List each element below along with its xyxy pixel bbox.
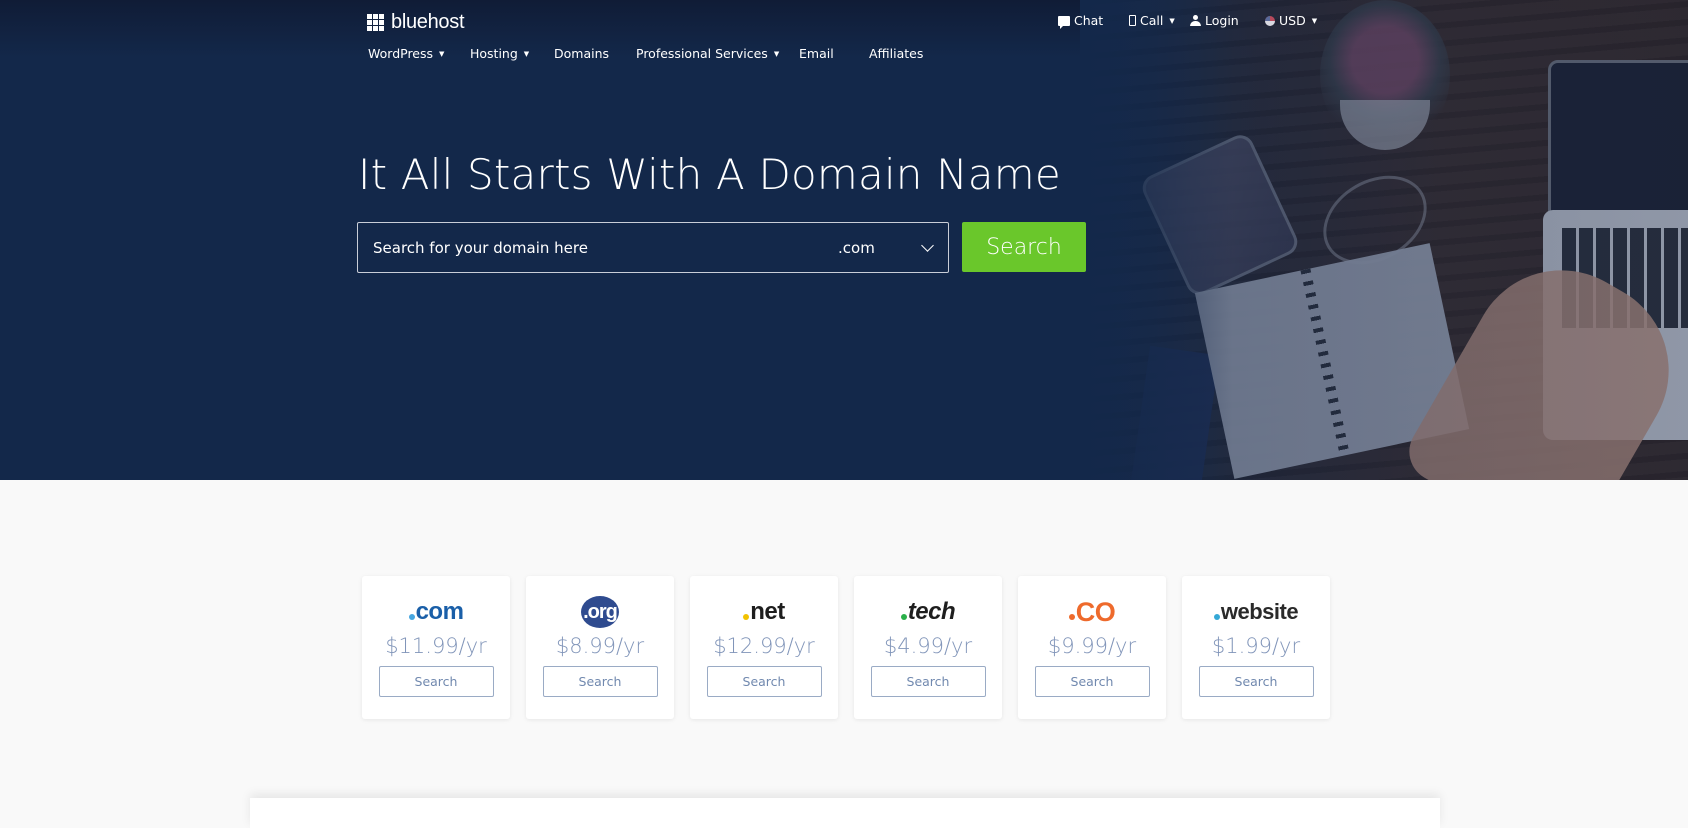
domain-search-input[interactable]: [358, 223, 838, 272]
nav-item-affiliates[interactable]: Affiliates: [869, 46, 923, 61]
caret-down-icon: ▼: [1311, 16, 1318, 25]
nav-item-professional-services[interactable]: Professional Services ▼: [636, 46, 799, 61]
tld-search-button-net[interactable]: Search: [706, 666, 822, 697]
chevron-down-icon: [921, 238, 934, 252]
caret-down-icon: ▼: [1169, 16, 1175, 25]
tld-search-button-co[interactable]: Search: [1034, 666, 1150, 697]
hero-overlay: [1080, 0, 1688, 480]
caret-down-icon: ▼: [439, 49, 445, 58]
call-label: Call: [1140, 13, 1164, 28]
nav-item-domains[interactable]: Domains: [554, 46, 636, 61]
tld-price: $8.99/yr: [555, 634, 645, 658]
caret-down-icon: ▼: [523, 49, 530, 58]
tld-price: $1.99/yr: [1211, 634, 1301, 658]
nav-item-hosting[interactable]: Hosting ▼: [470, 46, 554, 61]
tld-card-com: com $11.99/yr Search: [362, 576, 510, 719]
currency-dropdown[interactable]: USD ▼: [1265, 13, 1317, 28]
net-logo: net: [743, 596, 785, 628]
nav-item-email[interactable]: Email: [799, 46, 869, 61]
tld-price: $12.99/yr: [713, 634, 815, 658]
tld-card-tech: tech $4.99/yr Search: [854, 576, 1002, 719]
page-headline: It All Starts With A Domain Name: [358, 150, 1061, 199]
tld-search-button-org[interactable]: Search: [542, 666, 658, 697]
tld-search-button-com[interactable]: Search: [378, 666, 494, 697]
tld-card-net: net $12.99/yr Search: [690, 576, 838, 719]
tld-card-org: .org $8.99/yr Search: [526, 576, 674, 719]
nav-label: Affiliates: [869, 46, 924, 61]
chat-icon: [1058, 15, 1070, 29]
tld-cards: com $11.99/yr Search .org $8.99/yr Searc…: [362, 576, 1330, 719]
nav-label: WordPress: [368, 46, 434, 61]
org-logo: .org: [581, 596, 619, 628]
tld-card-website: website $1.99/yr Search: [1182, 576, 1330, 719]
login-label: Login: [1205, 13, 1239, 28]
nav-label: Domains: [554, 46, 610, 61]
caret-down-icon: ▼: [773, 49, 780, 58]
tld-search-button-website[interactable]: Search: [1198, 666, 1314, 697]
domain-search-box: .com: [357, 222, 949, 273]
next-section-panel: [250, 798, 1440, 828]
call-dropdown[interactable]: Call ▼: [1129, 13, 1175, 28]
currency-label: USD: [1279, 13, 1306, 28]
nav-label: Email: [799, 46, 834, 61]
domain-search-button[interactable]: Search: [962, 222, 1086, 272]
grid-icon: [367, 14, 384, 31]
tld-search-button-tech[interactable]: Search: [870, 666, 986, 697]
nav-item-wordpress[interactable]: WordPress ▼: [368, 46, 470, 61]
co-logo: CO: [1068, 596, 1116, 628]
chat-label: Chat: [1074, 13, 1104, 28]
tld-price: $11.99/yr: [385, 634, 487, 658]
bluehost-logo[interactable]: bluehost: [367, 11, 465, 34]
nav-label: Hosting: [470, 46, 518, 61]
brand-name: bluehost: [391, 11, 465, 33]
tech-logo: tech: [900, 596, 956, 628]
us-flag-icon: [1265, 15, 1275, 26]
tld-selected-value: .com: [838, 238, 875, 257]
nav-label: Professional Services: [636, 46, 768, 61]
com-logo: com: [408, 596, 464, 628]
tld-select[interactable]: .com: [838, 239, 948, 257]
tld-price: $9.99/yr: [1047, 634, 1137, 658]
main-nav: WordPress ▼ Hosting ▼ Domains Professional…: [368, 46, 923, 61]
phone-icon: [1129, 15, 1136, 26]
tld-price: $4.99/yr: [883, 634, 973, 658]
website-logo: website: [1213, 596, 1299, 628]
tld-card-co: CO $9.99/yr Search: [1018, 576, 1166, 719]
login-link[interactable]: Login: [1190, 13, 1239, 28]
chat-link[interactable]: Chat: [1058, 13, 1104, 29]
hero-section: bluehost WordPress ▼ Hosting ▼ Domains Pro…: [0, 0, 1688, 480]
user-icon: [1190, 15, 1201, 26]
